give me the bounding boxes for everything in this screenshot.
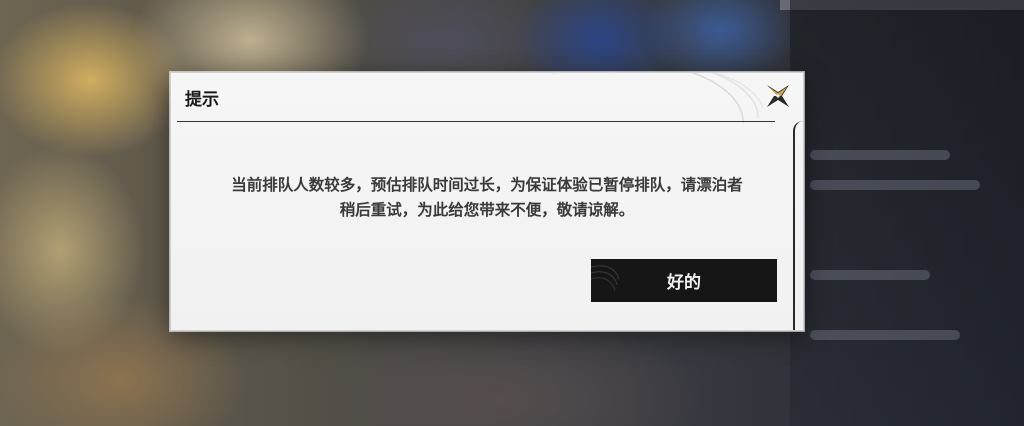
- notice-dialog: 提示 当前排队人数较多，预估排队时间过长，为保证体验已暂停排队，请漂泊者 稍后重…: [170, 72, 804, 331]
- confirm-button[interactable]: 好的: [591, 259, 777, 302]
- button-decoration: [591, 265, 620, 292]
- title-divider: [177, 121, 775, 122]
- decorative-rail: [793, 121, 803, 330]
- decorative-arcs: [553, 73, 763, 123]
- background-side-panel: [790, 0, 1024, 426]
- message-line-1: 当前排队人数较多，预估排队时间过长，为保证体验已暂停排队，请漂泊者: [231, 176, 743, 194]
- dialog-title: 提示: [185, 90, 219, 110]
- confirm-button-label: 好的: [667, 273, 701, 292]
- message-line-2: 稍后重试，为此给您带来不便，敬请谅解。: [339, 201, 635, 219]
- dialog-message: 当前排队人数较多，预估排队时间过长，为保证体验已暂停排队，请漂泊者 稍后重试，为…: [201, 173, 773, 223]
- close-button[interactable]: [763, 81, 793, 111]
- close-icon: [767, 85, 789, 107]
